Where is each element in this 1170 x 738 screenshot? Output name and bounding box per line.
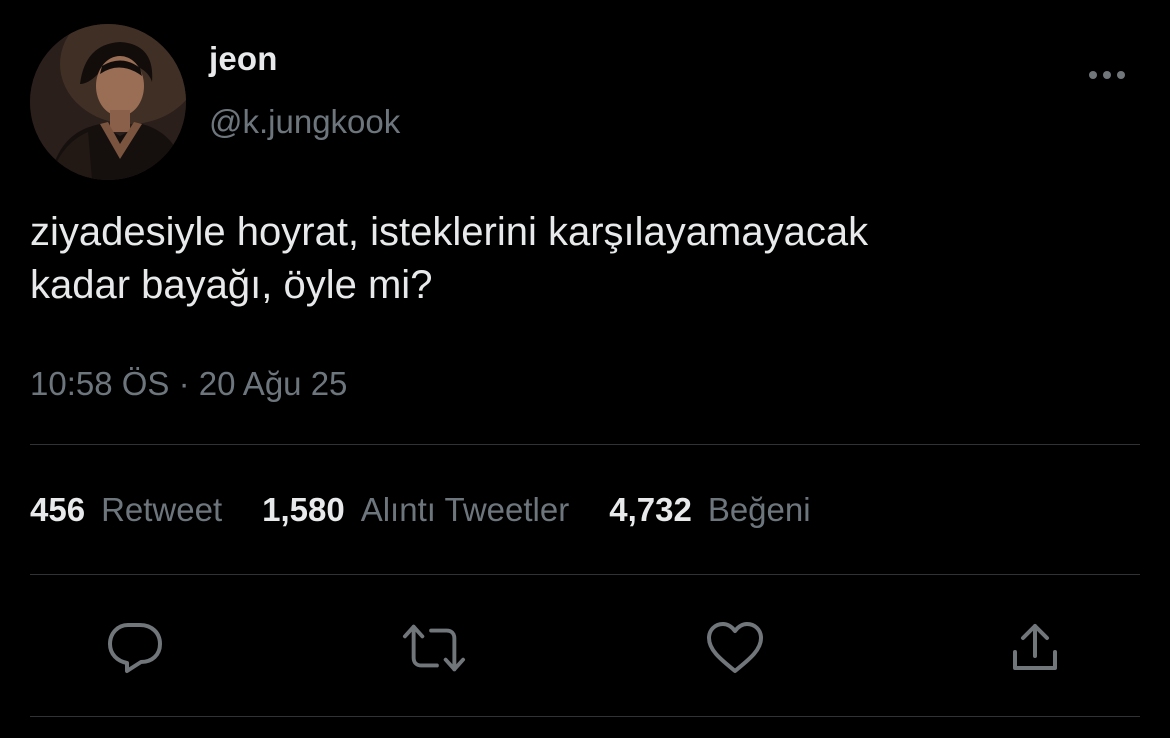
retweet-icon [402, 624, 466, 672]
tweet-detail: jeon @k.jungkook ziyadesiyle hoyrat, ist… [0, 0, 1170, 738]
quote-count: 1,580 [262, 491, 345, 528]
reply-icon [108, 623, 162, 673]
retweet-label: Retweet [101, 491, 223, 528]
heart-icon [707, 622, 763, 673]
avatar-photo [30, 24, 186, 180]
reply-button[interactable] [103, 616, 167, 680]
divider [30, 444, 1140, 445]
divider [30, 716, 1140, 717]
retweet-button[interactable] [402, 616, 466, 680]
divider [30, 574, 1140, 575]
more-icon [1089, 71, 1125, 79]
quote-label: Alıntı Tweetler [360, 491, 570, 528]
tweet-text-line: kadar bayağı, öyle mi? [30, 263, 433, 307]
tweet-timestamp[interactable]: 10:58 ÖS · 20 Ağu 25 [30, 365, 347, 403]
share-icon [1013, 624, 1057, 670]
author-handle[interactable]: @k.jungkook [209, 103, 400, 141]
tweet-text: ziyadesiyle hoyrat, isteklerini karşılay… [30, 206, 1130, 312]
retweet-stat[interactable]: 456 Retweet [30, 491, 222, 529]
tweet-stats: 456 Retweet 1,580 Alıntı Tweetler 4,732 … [30, 491, 851, 529]
like-label: Beğeni [707, 491, 811, 528]
more-options-button[interactable] [1082, 60, 1132, 90]
avatar[interactable] [30, 24, 186, 180]
share-button[interactable] [1003, 616, 1067, 680]
tweet-text-line: ziyadesiyle hoyrat, isteklerini karşılay… [30, 210, 869, 254]
like-button[interactable] [703, 616, 767, 680]
like-stat[interactable]: 4,732 Beğeni [609, 491, 810, 529]
retweet-count: 456 [30, 491, 86, 528]
like-count: 4,732 [609, 491, 692, 528]
quote-stat[interactable]: 1,580 Alıntı Tweetler [262, 491, 569, 529]
author-name[interactable]: jeon [209, 40, 278, 78]
